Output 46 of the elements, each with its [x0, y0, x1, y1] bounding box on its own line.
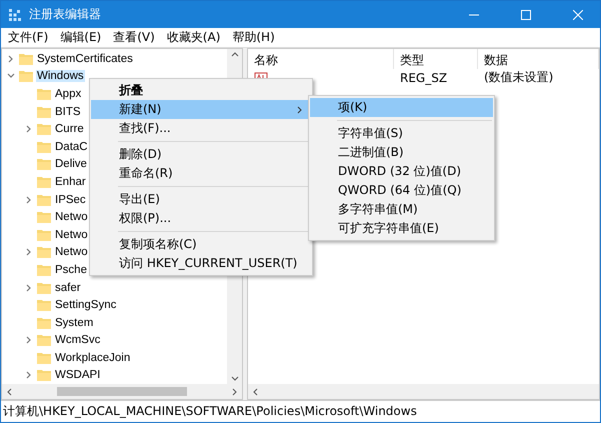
tree-item[interactable]: Delive — [54, 158, 88, 170]
menu-item[interactable]: 折叠 — [91, 81, 311, 100]
tree-item[interactable]: Appx — [54, 88, 82, 100]
tree-item[interactable]: safer — [54, 282, 82, 294]
menu-item[interactable]: QWORD (64 位)值(Q) — [310, 181, 493, 200]
tree-item[interactable]: Psche — [54, 264, 88, 276]
tree-item[interactable]: BITS — [54, 106, 82, 118]
menu-item[interactable]: 访问 HKEY_CURRENT_USER(T) — [91, 254, 311, 273]
window-title: 注册表编辑器 — [29, 6, 102, 23]
menu-bar-item[interactable]: 编辑(E) — [55, 29, 106, 46]
menu-bar-item[interactable]: 查看(V) — [108, 29, 160, 46]
column-header[interactable]: 名称 — [248, 49, 394, 69]
tree-item[interactable]: IPSec — [54, 194, 87, 206]
tree-item[interactable]: System — [54, 316, 94, 329]
column-header[interactable]: 类型 — [394, 49, 478, 69]
column-header[interactable]: 数据 — [478, 49, 599, 69]
menu-item[interactable]: 新建(N) — [91, 100, 311, 119]
menu-item[interactable]: 查找(F)... — [91, 119, 311, 138]
menu-item[interactable]: DWORD (32 位)值(D) — [310, 162, 493, 181]
menu-bar-item[interactable]: 文件(F) — [3, 29, 54, 46]
tree-item[interactable]: SystemCertificates — [36, 52, 134, 65]
menu-item[interactable]: 重命名(R) — [91, 164, 311, 183]
tree-item[interactable]: Enhar — [54, 176, 87, 188]
menu-item[interactable]: 权限(P)... — [91, 209, 311, 228]
menu-item[interactable]: 导出(E) — [91, 190, 311, 209]
menu-item[interactable]: 多字符串值(M) — [310, 200, 493, 219]
menu-item[interactable]: 可扩充字符串值(E) — [310, 219, 493, 238]
table-cell-text: (数值未设置) — [483, 69, 554, 86]
menu-item[interactable]: 删除(D) — [91, 145, 311, 164]
tree-item[interactable]: SettingSync — [54, 299, 118, 312]
tree-item[interactable]: Netwo — [54, 228, 89, 241]
tree-item[interactable]: Netwo — [54, 246, 89, 258]
tree-item[interactable]: DataC — [54, 140, 89, 153]
tree-item[interactable]: Windows — [36, 70, 85, 82]
menu-item[interactable]: 二进制值(B) — [310, 143, 493, 162]
menu-item[interactable]: 字符串值(S) — [310, 124, 493, 143]
menu-bar-item[interactable]: 收藏夹(A) — [162, 29, 226, 46]
menu-bar-item[interactable]: 帮助(H) — [227, 29, 280, 46]
table-cell-text: REG_SZ — [399, 70, 448, 86]
menu-item[interactable]: 项(K) — [310, 98, 493, 117]
menu-item[interactable]: 复制项名称(C) — [91, 235, 311, 254]
tree-item[interactable]: Netwo — [54, 211, 89, 224]
tree-item[interactable]: WSDAPI — [54, 369, 102, 382]
tree-item[interactable]: WorkplaceJoin — [54, 352, 132, 364]
tree-item[interactable]: WcmSvc — [54, 334, 102, 346]
tree-item[interactable]: Curre — [54, 123, 85, 136]
